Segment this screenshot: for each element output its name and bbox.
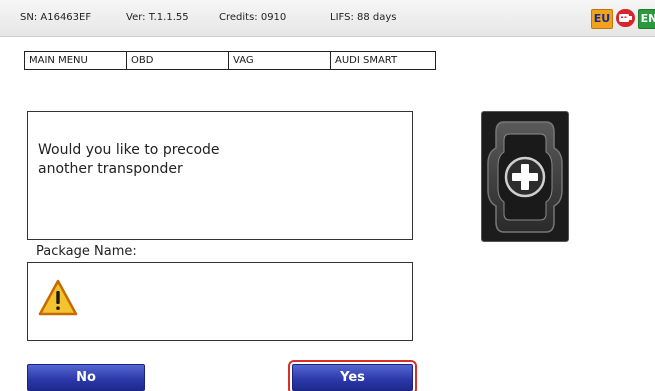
package-box bbox=[27, 262, 413, 341]
eu-region-flag[interactable]: EU bbox=[591, 9, 613, 29]
message-line-2: another transponder bbox=[38, 161, 183, 177]
serial-number: SN: A16463EF bbox=[20, 12, 92, 23]
version: Ver: T.1.1.55 bbox=[126, 12, 189, 23]
credits: Credits: 0910 bbox=[219, 12, 287, 23]
package-name-label: Package Name: bbox=[36, 244, 137, 259]
no-button[interactable]: No bbox=[27, 364, 145, 391]
smart-key-image bbox=[481, 111, 569, 242]
breadcrumb-vag[interactable]: VAG bbox=[229, 52, 331, 69]
message-text: Would you like to precode another transp… bbox=[38, 141, 398, 179]
usb-icon bbox=[616, 9, 635, 27]
lifs-days: LIFS: 88 days bbox=[330, 12, 397, 23]
breadcrumb-main-menu[interactable]: MAIN MENU bbox=[25, 52, 127, 69]
breadcrumb: MAIN MENU OBD VAG AUDI SMART bbox=[24, 51, 436, 70]
breadcrumb-obd[interactable]: OBD bbox=[127, 52, 229, 69]
en-language-flag[interactable]: EN bbox=[638, 9, 655, 29]
status-bar: SN: A16463EF Ver: T.1.1.55 Credits: 0910… bbox=[0, 0, 655, 37]
message-box: Would you like to precode another transp… bbox=[27, 111, 413, 240]
message-line-1: Would you like to precode bbox=[38, 142, 220, 158]
yes-button[interactable]: Yes bbox=[288, 360, 417, 391]
warning-icon bbox=[38, 279, 78, 321]
breadcrumb-audi-smart[interactable]: AUDI SMART bbox=[331, 52, 435, 69]
